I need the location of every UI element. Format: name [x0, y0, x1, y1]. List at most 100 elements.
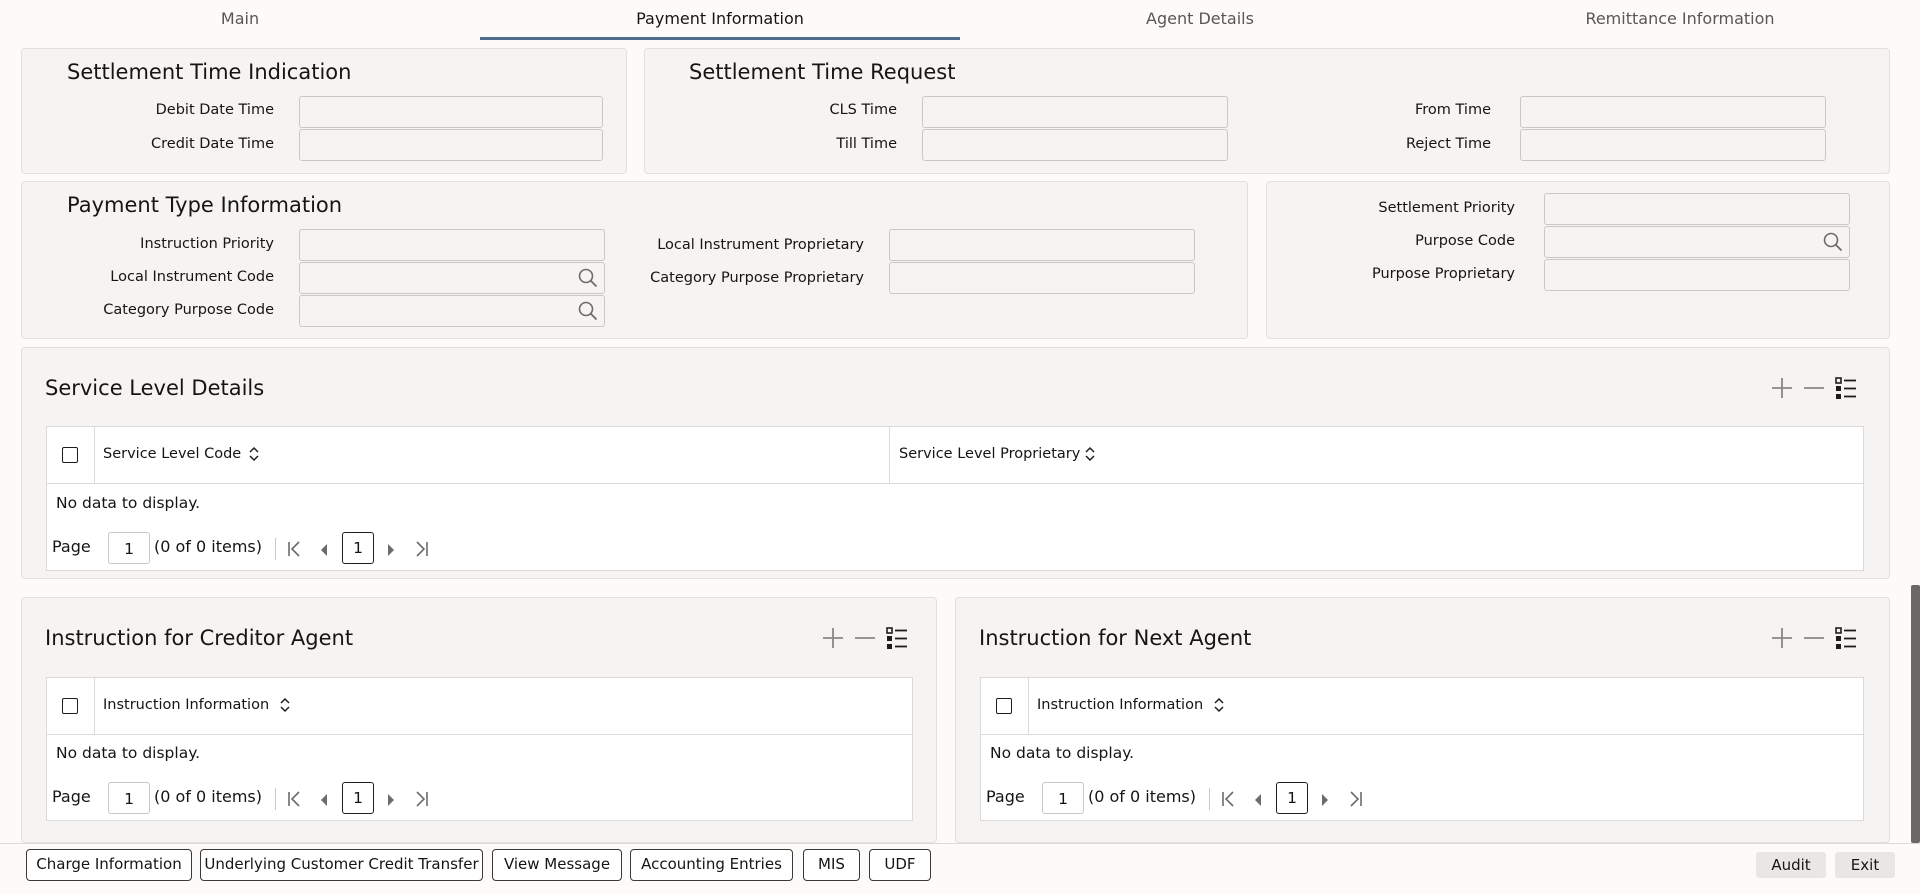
till-time-label: Till Time — [836, 136, 897, 152]
select-all-checkbox[interactable] — [62, 698, 78, 714]
select-all-checkbox[interactable] — [996, 698, 1012, 714]
column-header[interactable]: Service Level Code — [103, 446, 241, 462]
current-page-button[interactable]: 1 — [342, 532, 374, 564]
mis-button[interactable]: MIS — [803, 849, 860, 881]
local-instrument-proprietary-input[interactable] — [889, 229, 1195, 261]
first-page-icon[interactable] — [1221, 790, 1237, 812]
cls-time-label: CLS Time — [829, 102, 897, 118]
empty-message: No data to display. — [990, 744, 1135, 762]
underlying-customer-credit-transfer-button[interactable]: Underlying Customer Credit Transfer — [200, 849, 483, 881]
sort-icon[interactable] — [278, 695, 292, 719]
debit-date-time-input[interactable] — [299, 96, 603, 128]
items-count: (0 of 0 items) — [154, 787, 263, 806]
items-count: (0 of 0 items) — [154, 537, 263, 556]
next-page-icon[interactable] — [1320, 792, 1330, 811]
table-header: Service Level Code Service Level Proprie… — [47, 427, 1863, 484]
instruction-creditor-agent-title: Instruction for Creditor Agent — [45, 626, 354, 650]
purpose-code-input[interactable] — [1544, 226, 1850, 258]
tab-remittance-information[interactable]: Remittance Information — [1440, 0, 1920, 40]
cls-time-input[interactable] — [922, 96, 1228, 128]
vertical-scrollbar[interactable] — [1911, 585, 1920, 843]
udf-button[interactable]: UDF — [869, 849, 931, 881]
credit-date-time-label: Credit Date Time — [151, 136, 274, 152]
search-icon[interactable] — [1823, 232, 1843, 256]
page-label: Page — [52, 537, 91, 556]
list-columns-icon[interactable] — [885, 626, 909, 654]
first-page-icon[interactable] — [287, 540, 303, 562]
category-purpose-code-label: Category Purpose Code — [103, 302, 274, 318]
next-page-icon[interactable] — [386, 542, 396, 561]
plus-icon[interactable] — [1770, 626, 1794, 654]
instruction-priority-input[interactable] — [299, 229, 605, 261]
settlement-priority-input[interactable] — [1544, 193, 1850, 225]
minus-icon[interactable] — [1802, 376, 1826, 404]
prev-page-icon[interactable] — [319, 792, 329, 811]
list-columns-icon[interactable] — [1834, 376, 1858, 404]
exit-button[interactable]: Exit — [1835, 852, 1895, 878]
minus-icon[interactable] — [1802, 626, 1826, 654]
payment-type-information-title: Payment Type Information — [67, 193, 343, 217]
last-page-icon[interactable] — [413, 790, 429, 812]
page-input[interactable]: 1 — [108, 532, 150, 564]
last-page-icon[interactable] — [1347, 790, 1363, 812]
credit-date-time-input[interactable] — [299, 129, 603, 161]
tab-payment-information[interactable]: Payment Information — [480, 0, 960, 40]
next-page-icon[interactable] — [386, 792, 396, 811]
sort-icon[interactable] — [1212, 695, 1226, 719]
tab-main[interactable]: Main — [0, 0, 480, 40]
purpose-proprietary-input[interactable] — [1544, 259, 1850, 291]
tab-agent-details[interactable]: Agent Details — [960, 0, 1440, 40]
settlement-priority-label: Settlement Priority — [1378, 200, 1515, 216]
next-agent-table: Instruction Information No data to displ… — [980, 677, 1864, 821]
local-instrument-code-input[interactable] — [299, 262, 605, 294]
list-columns-icon[interactable] — [1834, 626, 1858, 654]
category-purpose-proprietary-input[interactable] — [889, 262, 1195, 294]
service-level-details-title: Service Level Details — [45, 376, 265, 400]
table-header: Instruction Information — [47, 678, 912, 735]
accounting-entries-button[interactable]: Accounting Entries — [630, 849, 793, 881]
sort-icon[interactable] — [1083, 444, 1097, 468]
current-page-button[interactable]: 1 — [342, 782, 374, 814]
table-header: Instruction Information — [981, 678, 1863, 735]
charge-information-button[interactable]: Charge Information — [26, 849, 192, 881]
page-label: Page — [52, 787, 91, 806]
service-level-table: Service Level Code Service Level Proprie… — [46, 426, 1864, 571]
tab-bar: Main Payment Information Agent Details R… — [0, 0, 1920, 40]
plus-icon[interactable] — [1770, 376, 1794, 404]
column-header[interactable]: Instruction Information — [1037, 697, 1203, 713]
first-page-icon[interactable] — [287, 790, 303, 812]
category-purpose-code-input[interactable] — [299, 295, 605, 327]
minus-icon[interactable] — [853, 626, 877, 654]
instruction-priority-label: Instruction Priority — [140, 236, 274, 252]
prev-page-icon[interactable] — [1253, 792, 1263, 811]
purpose-code-label: Purpose Code — [1415, 233, 1515, 249]
empty-message: No data to display. — [56, 494, 201, 512]
last-page-icon[interactable] — [413, 540, 429, 562]
search-icon[interactable] — [578, 268, 598, 292]
view-message-button[interactable]: View Message — [492, 849, 622, 881]
column-header[interactable]: Service Level Proprietary — [899, 446, 1080, 462]
from-time-input[interactable] — [1520, 96, 1826, 128]
column-header[interactable]: Instruction Information — [103, 697, 269, 713]
prev-page-icon[interactable] — [319, 542, 329, 561]
plus-icon[interactable] — [821, 626, 845, 654]
instruction-next-agent-title: Instruction for Next Agent — [979, 626, 1252, 650]
category-purpose-proprietary-label: Category Purpose Proprietary — [650, 270, 864, 286]
from-time-label: From Time — [1414, 102, 1491, 118]
current-page-button[interactable]: 1 — [1276, 782, 1308, 814]
audit-button[interactable]: Audit — [1756, 852, 1826, 878]
till-time-input[interactable] — [922, 129, 1228, 161]
search-icon[interactable] — [578, 301, 598, 325]
local-instrument-code-label: Local Instrument Code — [110, 269, 274, 285]
page-input[interactable]: 1 — [1042, 782, 1084, 814]
reject-time-label: Reject Time — [1405, 136, 1491, 152]
page-input[interactable]: 1 — [108, 782, 150, 814]
settlement-time-indication-title: Settlement Time Indication — [67, 60, 352, 84]
reject-time-input[interactable] — [1520, 129, 1826, 161]
sort-icon[interactable] — [247, 444, 261, 468]
creditor-agent-table: Instruction Information No data to displ… — [46, 677, 913, 821]
debit-date-time-label: Debit Date Time — [155, 102, 274, 118]
settlement-time-request-title: Settlement Time Request — [689, 60, 956, 84]
select-all-checkbox[interactable] — [62, 447, 78, 463]
page-label: Page — [986, 787, 1025, 806]
